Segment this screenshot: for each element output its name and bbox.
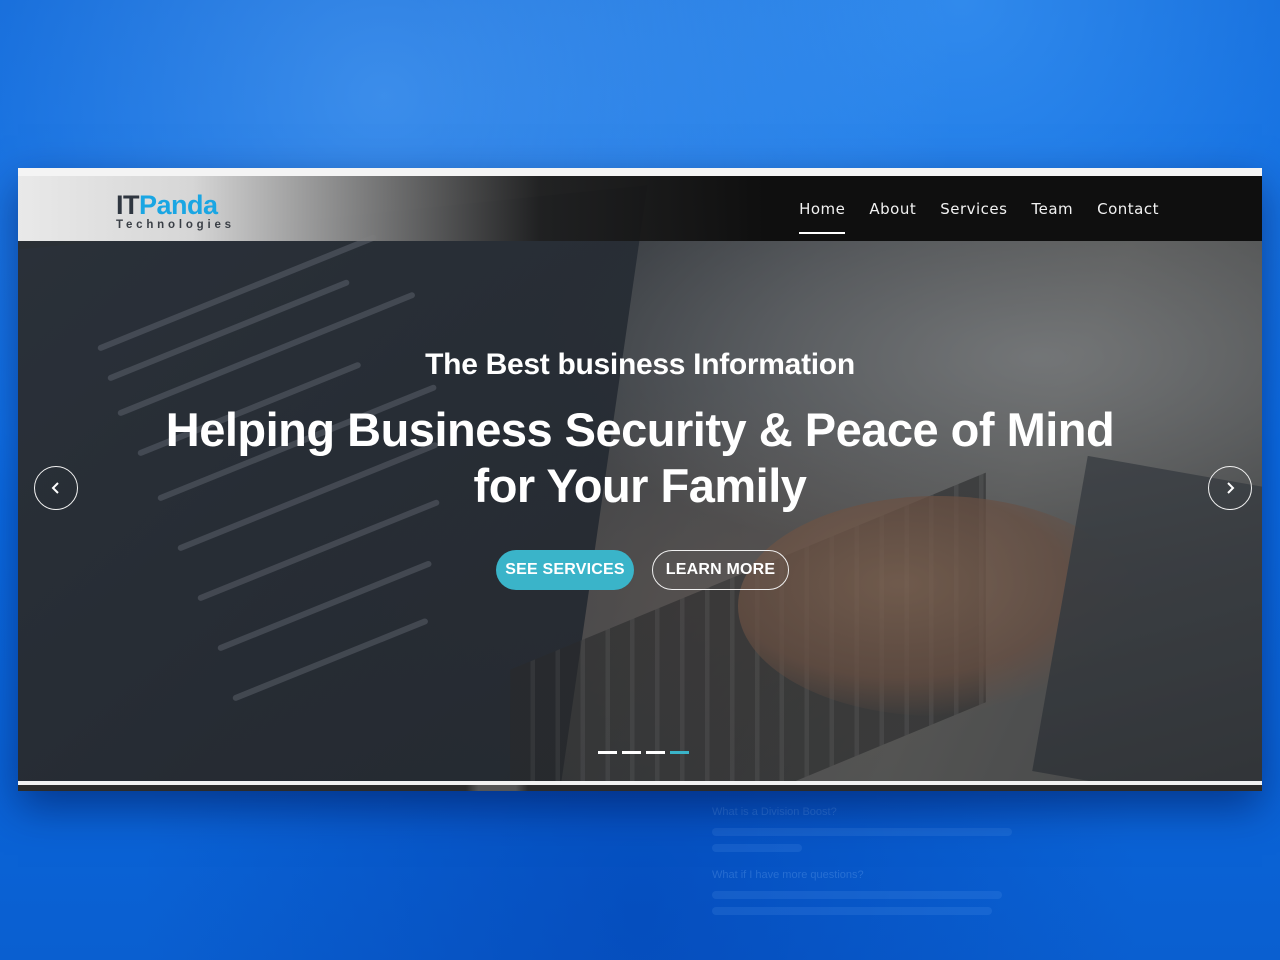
background-text-line (712, 844, 802, 852)
learn-more-button[interactable]: LEARN MORE (652, 550, 789, 590)
background-faq-text: What is a Division Boost? What if I have… (0, 790, 1280, 960)
background-text-line (712, 907, 992, 915)
chevron-left-icon (51, 482, 59, 494)
nav-item-services[interactable]: Services (940, 200, 1007, 218)
nav-item-about[interactable]: About (869, 200, 916, 218)
carousel-next-button[interactable] (1208, 466, 1252, 510)
background-question-1: What is a Division Boost? (712, 806, 837, 818)
carousel-indicator-4[interactable] (670, 751, 689, 754)
site-logo[interactable]: ITPanda Technologies (116, 192, 235, 232)
logo-panda-text: Panda (139, 190, 218, 220)
frame-top-border (18, 168, 1262, 176)
website-screenshot-frame: ITPanda Technologies Home About Services… (18, 168, 1262, 791)
hero-title: Helping Business Security & Peace of Min… (158, 402, 1122, 514)
carousel-prev-button[interactable] (34, 466, 78, 510)
main-nav: Home About Services Team Contact (799, 176, 1159, 241)
frame-bottom-strip (18, 785, 1262, 791)
nav-item-team[interactable]: Team (1031, 200, 1073, 218)
hero-title-line-2: for Your Family (473, 459, 807, 512)
background-text-line (712, 891, 1002, 899)
logo-wordmark: ITPanda (116, 190, 218, 220)
hero-slider: ITPanda Technologies Home About Services… (18, 176, 1262, 781)
logo-it-text: IT (116, 190, 140, 220)
carousel-indicator-2[interactable] (622, 751, 641, 754)
hero-title-line-1: Helping Business Security & Peace of Min… (165, 403, 1115, 456)
see-services-button[interactable]: SEE SERVICES (496, 550, 634, 590)
nav-item-home[interactable]: Home (799, 200, 846, 234)
carousel-indicators (598, 751, 689, 754)
carousel-indicator-3[interactable] (646, 751, 665, 754)
chevron-right-icon (1227, 482, 1235, 494)
nav-item-contact[interactable]: Contact (1097, 200, 1159, 218)
hero-subtitle: The Best business Information (425, 348, 855, 381)
site-navbar: ITPanda Technologies Home About Services… (18, 176, 1262, 241)
background-text-line (712, 828, 1012, 836)
carousel-indicator-1[interactable] (598, 751, 617, 754)
background-question-2: What if I have more questions? (712, 869, 864, 881)
logo-tagline: Technologies (116, 219, 235, 231)
